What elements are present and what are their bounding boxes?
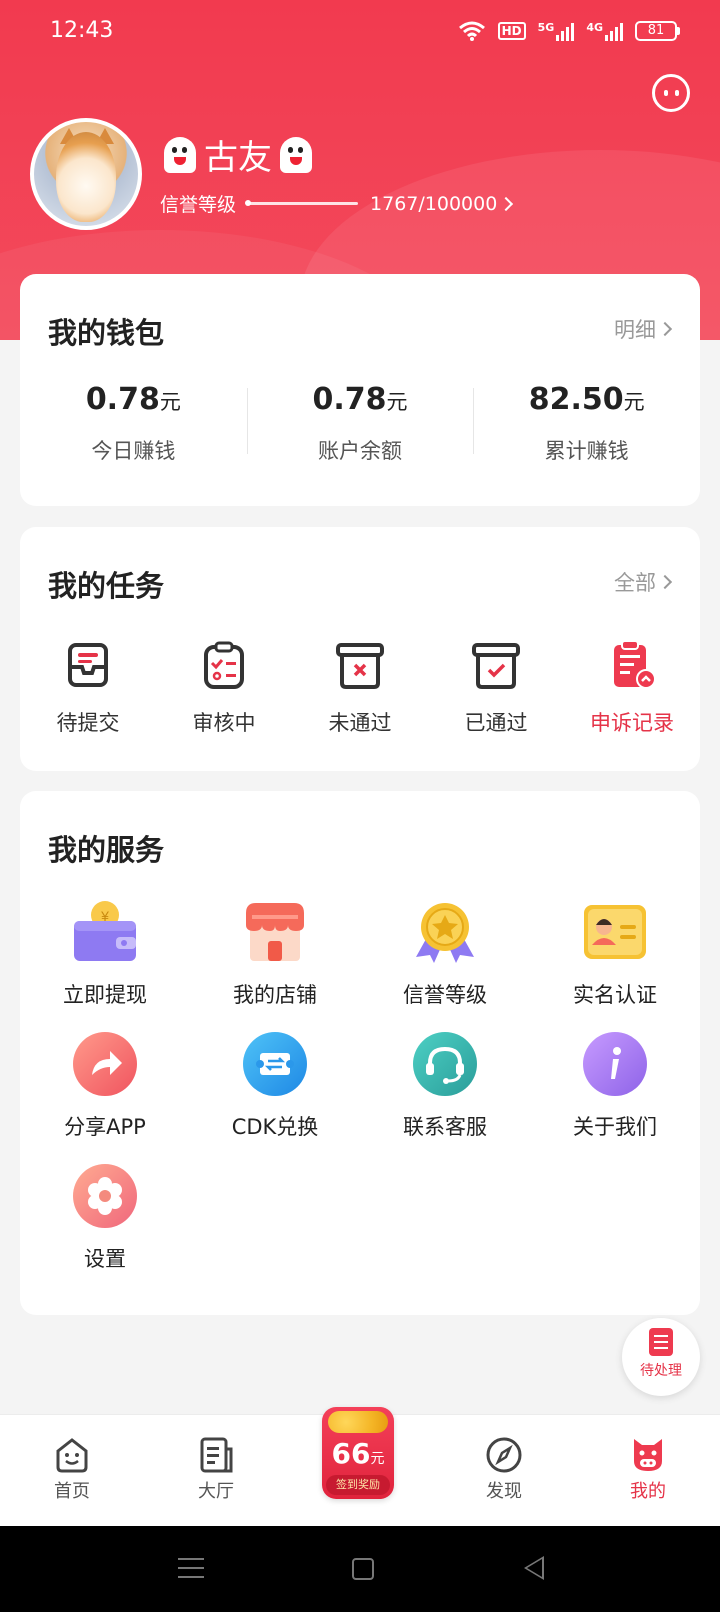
tab-home[interactable]: 首页 [0, 1415, 144, 1526]
chevron-right-icon [657, 321, 673, 337]
services-title: 我的服务 [48, 833, 165, 867]
credit-level-row[interactable]: 信誉等级 1767/100000 [160, 190, 514, 217]
medal-icon [412, 899, 478, 965]
store-icon [242, 899, 308, 965]
credit-value: 1767/100000 [370, 192, 498, 215]
wallet-balance[interactable]: 0.78元 账户余额 [246, 382, 474, 465]
wifi-icon [458, 21, 485, 41]
compass-icon [484, 1435, 524, 1475]
share-icon [72, 1031, 138, 1097]
wallet-today-earnings[interactable]: 0.78元 今日赚钱 [20, 382, 247, 465]
headset-icon [412, 1031, 478, 1097]
back-icon[interactable] [524, 1556, 544, 1580]
box-check-icon [468, 637, 524, 693]
home-icon[interactable] [352, 1558, 374, 1580]
service-about-us[interactable]: 关于我们 [530, 1031, 700, 1163]
service-cdk-exchange[interactable]: CDK兑换 [190, 1031, 360, 1163]
username: 古友 [160, 130, 316, 179]
task-pending-submit[interactable]: 待提交 [20, 637, 156, 737]
document-hall-icon [196, 1435, 236, 1475]
service-credit-level[interactable]: 信誉等级 [360, 899, 530, 1031]
task-rejected[interactable]: 未通过 [292, 637, 428, 737]
credit-label: 信誉等级 [160, 194, 237, 216]
ticket-exchange-icon [242, 1031, 308, 1097]
id-card-icon [582, 899, 648, 965]
tab-hall[interactable]: 大厅 [144, 1415, 288, 1526]
avatar[interactable] [30, 118, 142, 230]
pending-tasks-button[interactable]: 待处理 [622, 1318, 700, 1396]
inbox-icon [60, 637, 116, 693]
info-icon [582, 1031, 648, 1097]
wallet-title: 我的钱包 [48, 316, 165, 350]
wallet-detail-link[interactable]: 明细 [614, 314, 673, 344]
message-icon[interactable] [652, 74, 690, 112]
recent-apps-icon[interactable] [178, 1558, 204, 1585]
service-contact-support[interactable]: 联系客服 [360, 1031, 530, 1163]
services-card: 我的服务 ¥ 立即提现 我的店铺 信誉等级 实名认证 分享APP CDK兑换 联… [20, 791, 700, 1315]
chevron-right-icon [499, 196, 514, 211]
appeal-record-icon [604, 637, 660, 693]
sign-in-reward-icon: 66元 签到奖励 [322, 1407, 394, 1499]
username-text: 古友 [204, 138, 272, 178]
clipboard-check-icon [196, 637, 252, 693]
pending-list-icon [649, 1328, 673, 1356]
settings-gear-icon [72, 1163, 138, 1229]
status-time: 12:43 [50, 18, 114, 43]
task-in-review[interactable]: 审核中 [156, 637, 292, 737]
wallet-withdraw-icon: ¥ [72, 899, 138, 965]
tasks-card: 我的任务 全部 待提交 审核中 未通过 已通过 申诉记录 [20, 527, 700, 771]
wallet-total-earnings[interactable]: 82.50元 累计赚钱 [473, 382, 700, 465]
smile-home-icon [52, 1435, 92, 1475]
status-bar: 12:43 HD 5G 4G 81 [0, 0, 720, 64]
ghost-emoji-icon [160, 135, 200, 175]
credit-progress-bar [245, 200, 359, 206]
task-approved[interactable]: 已通过 [428, 637, 564, 737]
chevron-right-icon [657, 574, 673, 590]
tasks-all-link[interactable]: 全部 [614, 567, 673, 597]
ghost-emoji-icon [276, 135, 316, 175]
piggy-profile-icon [628, 1435, 668, 1475]
tab-discover[interactable]: 发现 [432, 1415, 576, 1526]
service-settings[interactable]: 设置 [20, 1163, 190, 1295]
tasks-title: 我的任务 [48, 569, 165, 603]
bottom-tab-bar: 首页 大厅 66元 签到奖励 发现 我的 [0, 1407, 720, 1526]
service-my-store[interactable]: 我的店铺 [190, 899, 360, 1031]
service-withdraw[interactable]: ¥ 立即提现 [20, 899, 190, 1031]
hd-badge: HD [497, 22, 526, 40]
task-appeal-records[interactable]: 申诉记录 [564, 637, 700, 737]
tab-sign-in-reward[interactable]: 66元 签到奖励 [288, 1407, 432, 1526]
tab-mine[interactable]: 我的 [576, 1415, 720, 1526]
system-nav-bar [0, 1526, 720, 1612]
service-real-name[interactable]: 实名认证 [530, 899, 700, 1031]
service-share-app[interactable]: 分享APP [20, 1031, 190, 1163]
signal-4g-icon: 4G [586, 21, 623, 41]
battery-icon: 81 [635, 21, 680, 41]
wallet-card: 我的钱包 明细 0.78元 今日赚钱 0.78元 账户余额 82.50元 累计赚… [20, 274, 700, 506]
box-x-icon [332, 637, 388, 693]
signal-5g-icon: 5G [538, 21, 575, 41]
